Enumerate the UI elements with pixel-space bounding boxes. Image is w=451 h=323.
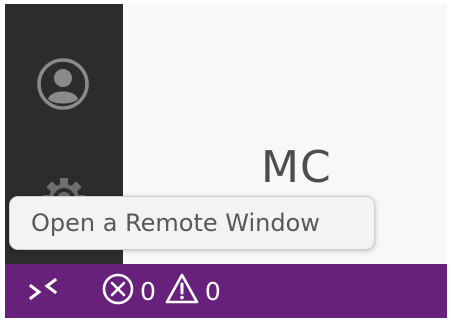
welcome-heading-fragment: MC (261, 142, 332, 193)
problems-status-item[interactable]: 0 0 (101, 272, 229, 310)
warning-triangle-icon (164, 272, 200, 310)
app-window: MC 0 0 Open a Remote Window (5, 4, 447, 318)
error-circle-icon (101, 272, 135, 310)
status-bar: 0 0 (5, 264, 447, 318)
account-icon[interactable] (35, 56, 91, 112)
error-count: 0 (140, 276, 156, 306)
remote-window-icon (27, 276, 59, 306)
remote-window-tooltip: Open a Remote Window (9, 196, 375, 250)
remote-window-button[interactable] (19, 272, 67, 310)
tooltip-text: Open a Remote Window (31, 209, 320, 237)
warning-count: 0 (204, 276, 221, 306)
